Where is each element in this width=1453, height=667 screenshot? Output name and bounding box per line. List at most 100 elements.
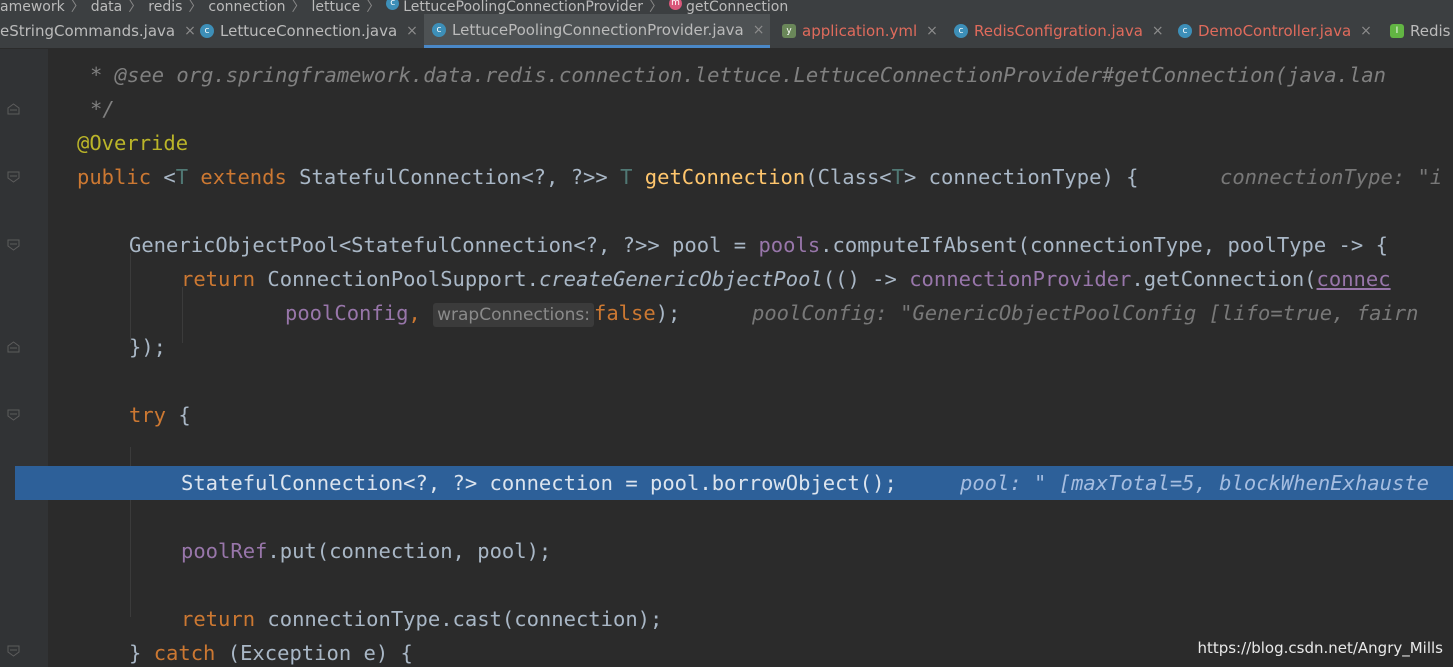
tab-lettuce-pooling-connection-provider[interactable]: c LettucePoolingConnectionProvider.java … xyxy=(424,14,770,48)
code-token: } xyxy=(129,641,154,665)
code-token: { xyxy=(166,403,191,427)
tab-label: RedisConfigration.java xyxy=(974,22,1143,40)
field-connection-provider: connectionProvider xyxy=(909,267,1132,291)
breadcrumb-item-class[interactable]: LettucePoolingConnectionProvider xyxy=(403,0,643,14)
type-param: T xyxy=(620,165,633,189)
class-icon: c xyxy=(954,24,968,38)
kw-public: public xyxy=(77,165,152,189)
code-line[interactable]: return connectionType.cast(connection); xyxy=(0,602,1453,636)
code-token: ); xyxy=(655,301,681,325)
code-line[interactable]: poolConfig, wrapConnections: false); pool… xyxy=(0,296,1453,330)
code-line[interactable]: poolRef.put(connection, pool); xyxy=(0,534,1453,568)
close-icon[interactable]: × xyxy=(1360,23,1372,39)
breadcrumb-separator: 〉 xyxy=(649,0,664,14)
breadcrumb-item[interactable]: amework xyxy=(0,0,65,14)
type-param: T xyxy=(175,165,189,189)
tab-string-commands[interactable]: eStringCommands.java × xyxy=(0,14,196,48)
code-token: (Class< xyxy=(805,165,892,189)
tab-redis[interactable]: I Redis xyxy=(1390,14,1453,48)
breadcrumb-item[interactable]: lettuce xyxy=(312,0,361,14)
tab-label: DemoController.java xyxy=(1198,22,1352,40)
breadcrumb-item-method[interactable]: getConnection xyxy=(686,0,788,14)
tab-lettuce-connection[interactable]: c LettuceConnection.java × xyxy=(200,14,424,48)
code-token: .getConnection( xyxy=(1131,267,1317,291)
method-icon: m xyxy=(669,0,683,10)
breadcrumb-item[interactable]: redis xyxy=(148,0,182,14)
tab-label: LettucePoolingConnectionProvider.java xyxy=(452,20,744,39)
lambda-close: }); xyxy=(129,335,167,359)
code-line[interactable]: @Override xyxy=(0,126,1453,160)
pool-declaration: GenericObjectPool<StatefulConnection<?, … xyxy=(129,228,1388,262)
kw-return: return xyxy=(181,267,256,291)
breadcrumb-separator: 〉 xyxy=(188,0,203,14)
debug-inline-value: connectionType: "i xyxy=(1220,165,1443,189)
close-icon[interactable]: × xyxy=(753,22,765,38)
breadcrumb-separator: 〉 xyxy=(128,0,143,14)
code-token: connectionType.cast(connection); xyxy=(255,607,663,631)
field-pool-ref: poolRef xyxy=(181,539,268,563)
code-token: < xyxy=(151,165,176,189)
tab-label: application.yml xyxy=(802,22,918,40)
javadoc-end: */ xyxy=(90,97,115,121)
code-token: > connectionType) { xyxy=(903,165,1139,189)
field-pool-config: poolConfig xyxy=(285,301,409,325)
close-icon[interactable]: × xyxy=(184,23,196,39)
code-line[interactable]: try { xyxy=(0,398,1453,432)
editor-tab-bar: eStringCommands.java × c LettuceConnecti… xyxy=(0,14,1453,49)
breadcrumb-item[interactable]: connection xyxy=(208,0,285,14)
catch-block: } catch (Exception e) { xyxy=(129,636,413,667)
tab-label: Redis xyxy=(1410,22,1451,40)
code-editor[interactable]: * @see org.springframework.data.redis.co… xyxy=(0,49,1453,667)
return-cast: return connectionType.cast(connection); xyxy=(181,602,662,636)
code-token: ConnectionPoolSupport. xyxy=(255,267,539,291)
code-token: .put(connection, pool); xyxy=(267,539,552,563)
close-icon[interactable]: × xyxy=(926,23,938,39)
tab-redis-configration[interactable]: c RedisConfigration.java × xyxy=(954,14,1172,48)
try-block: try { xyxy=(129,398,191,432)
breadcrumb: amework 〉 data 〉 redis 〉 connection 〉 lettuce 〉 c L… xyxy=(0,0,1453,14)
code-token: (() -> xyxy=(822,267,910,291)
class-icon: c xyxy=(1178,24,1192,38)
close-icon[interactable]: × xyxy=(1152,23,1164,39)
current-execution-line[interactable]: StatefulConnection<?, ?> connection = po… xyxy=(15,466,1453,500)
tab-label: LettuceConnection.java xyxy=(220,22,398,40)
close-icon[interactable]: × xyxy=(406,23,418,39)
field-pools: pools xyxy=(758,233,821,257)
yml-icon: y xyxy=(782,24,796,38)
code-line[interactable]: */ xyxy=(0,92,1453,126)
borrow-object-statement: StatefulConnection<?, ?> connection = po… xyxy=(181,471,897,495)
class-icon: c xyxy=(386,0,400,10)
class-icon: c xyxy=(432,22,446,37)
tab-label: eStringCommands.java xyxy=(0,22,176,40)
code-token: GenericObjectPool<StatefulConnection<?, … xyxy=(129,233,759,257)
tab-application-yml[interactable]: y application.yml × xyxy=(782,14,944,48)
static-method: createGenericObjectPool xyxy=(538,267,823,291)
code-line[interactable]: }); xyxy=(0,330,1453,364)
type-param: T xyxy=(891,165,904,189)
pool-config-args: poolConfig, wrapConnections: false); xyxy=(285,296,680,332)
class-icon: c xyxy=(200,24,214,38)
parameter-hint: wrapConnections: xyxy=(433,303,594,327)
code-line[interactable]: GenericObjectPool<StatefulConnection<?, … xyxy=(0,228,1453,262)
kw-try: try xyxy=(129,403,167,427)
kw-catch: catch xyxy=(153,641,216,665)
code-token: .computeIfAbsent(connectionType, poolTyp… xyxy=(820,233,1388,257)
debug-inline-value: pool: " [maxTotal=5, blockWhenExhauste xyxy=(960,471,1429,495)
return-create-pool: return ConnectionPoolSupport.createGener… xyxy=(181,262,1391,296)
code-line[interactable]: return ConnectionPoolSupport.createGener… xyxy=(0,262,1453,296)
tab-demo-controller[interactable]: c DemoController.java × xyxy=(1178,14,1382,48)
breadcrumb-separator: 〉 xyxy=(366,0,381,14)
code-token: StatefulConnection<?, ?>> xyxy=(286,165,621,189)
javadoc-see: * @see org.springframework.data.redis.co… xyxy=(90,63,1386,87)
method-name: getConnection xyxy=(644,165,806,189)
code-line[interactable]: * @see org.springframework.data.redis.co… xyxy=(0,58,1453,92)
param-connection-type: connec xyxy=(1316,267,1391,291)
code-token: , xyxy=(408,301,434,325)
method-signature: public <T extends StatefulConnection<?, … xyxy=(77,160,1138,194)
breadcrumb-item[interactable]: data xyxy=(91,0,123,14)
code-token: (Exception e) { xyxy=(215,641,413,665)
watermark: https://blog.csdn.net/Angry_Mills xyxy=(1197,639,1443,657)
code-line[interactable]: public <T extends StatefulConnection<?, … xyxy=(0,160,1453,194)
override-annotation: @Override xyxy=(77,131,189,155)
